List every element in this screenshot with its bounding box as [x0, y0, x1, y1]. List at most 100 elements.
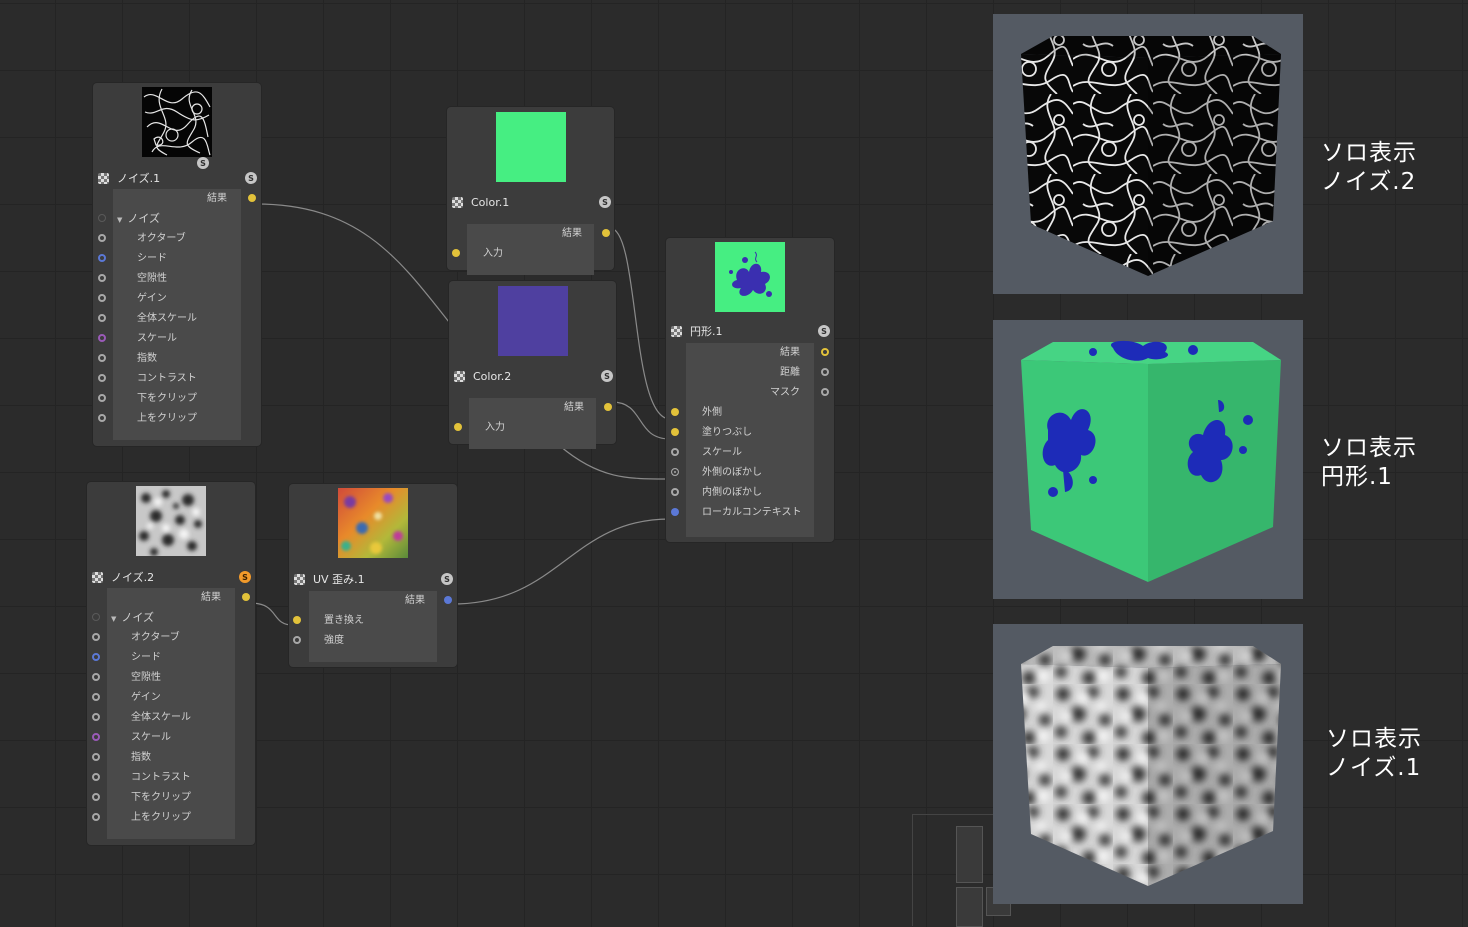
input-port[interactable]	[671, 448, 679, 456]
output-port-result[interactable]	[242, 593, 250, 601]
param-row: シード	[93, 249, 261, 269]
node-noise2[interactable]: ノイズ.2 S 結果 ▼ ノイズ オクターブ シード 空隙性 ゲイン 全体スケール…	[87, 482, 255, 845]
wire-color1-to-circle-outside	[609, 227, 671, 420]
input-port[interactable]	[98, 414, 106, 422]
input-port[interactable]	[452, 249, 460, 257]
input-port[interactable]	[98, 314, 106, 322]
input-port[interactable]	[671, 408, 679, 416]
input-port[interactable]	[98, 274, 106, 282]
node-thumbnail-area: S	[93, 83, 261, 169]
wire-noise1-to-color2-input	[255, 203, 450, 323]
input-port[interactable]	[454, 423, 462, 431]
input-port[interactable]	[671, 488, 679, 496]
input-port[interactable]	[98, 374, 106, 382]
group-label: ノイズ	[127, 212, 161, 225]
group-row[interactable]: ▼ ノイズ	[93, 209, 261, 229]
param-row: スケール	[93, 329, 261, 349]
output-port-result[interactable]	[821, 348, 829, 356]
collapse-triangle-icon[interactable]: ▼	[111, 609, 116, 629]
input-port[interactable]	[92, 633, 100, 641]
input-port[interactable]	[98, 234, 106, 242]
param-row: シード	[87, 648, 255, 668]
solo-icon[interactable]: S	[441, 573, 453, 585]
output-port-result[interactable]	[444, 596, 452, 604]
node-title: UV 歪み.1	[313, 573, 365, 586]
input-row: 塗りつぶし	[666, 423, 834, 443]
input-row: 置き換え	[289, 611, 457, 631]
input-port[interactable]	[92, 713, 100, 721]
node-color1[interactable]: Color.1 S 結果 入力	[447, 107, 614, 275]
input-port[interactable]	[293, 636, 301, 644]
cube-circle-preview	[1021, 340, 1281, 582]
node-header[interactable]: ノイズ.1 S	[93, 167, 261, 189]
group-row[interactable]: ▼ ノイズ	[87, 608, 255, 628]
output-row-result: 結果	[289, 591, 457, 611]
input-port-group[interactable]	[92, 613, 100, 621]
node-thumbnail-area	[449, 281, 616, 365]
node-circle1[interactable]: 円形.1 S 結果 距離 マスク 外側 塗りつぶし スケール 外側のぼかし 内側…	[666, 238, 834, 542]
param-row: オクターブ	[87, 628, 255, 648]
input-port[interactable]	[92, 773, 100, 781]
preview-caption: ソロ表示 ノイズ.1	[1326, 726, 1422, 781]
solo-icon[interactable]: S	[245, 172, 257, 184]
input-port[interactable]	[92, 733, 100, 741]
node-uv-distort[interactable]: UV 歪み.1 S 結果 置き換え 強度	[289, 484, 457, 667]
preview-caption: ソロ表示 円形.1	[1321, 435, 1417, 490]
param-row: 上をクリップ	[87, 808, 255, 828]
preview-noise1	[993, 624, 1303, 904]
input-port[interactable]	[98, 334, 106, 342]
node-thumbnail-area	[87, 482, 255, 566]
shader-node-icon	[454, 370, 465, 382]
input-row: 内側のぼかし	[666, 483, 834, 503]
solo-icon[interactable]: S	[818, 325, 830, 337]
param-row: 全体スケール	[87, 708, 255, 728]
input-port[interactable]	[92, 653, 100, 661]
input-port[interactable]	[98, 254, 106, 262]
node-header[interactable]: Color.1 S	[447, 191, 614, 213]
shader-node-icon	[294, 573, 305, 585]
wire-noise2-to-uv-replace	[249, 602, 294, 626]
input-row: ローカルコンテキスト	[666, 503, 834, 523]
input-port[interactable]	[293, 616, 301, 624]
node-title: Color.2	[473, 369, 512, 383]
output-port-result[interactable]	[248, 194, 256, 202]
node-color2[interactable]: Color.2 S 結果 入力	[449, 281, 616, 449]
input-port[interactable]	[92, 793, 100, 801]
output-port-mask[interactable]	[821, 388, 829, 396]
input-port[interactable]	[92, 673, 100, 681]
param-row: ゲイン	[87, 688, 255, 708]
partial-slot	[956, 826, 983, 883]
input-port[interactable]	[92, 693, 100, 701]
node-title: ノイズ.2	[111, 571, 155, 584]
solo-icon-active[interactable]: S	[239, 571, 251, 583]
input-port[interactable]	[92, 813, 100, 821]
solo-icon[interactable]: S	[601, 370, 613, 382]
node-header[interactable]: Color.2 S	[449, 365, 616, 387]
node-noise1[interactable]: S ノイズ.1 S 結果 ▼ ノイズ オクターブ シード 空隙性 ゲイン 全体スケ…	[93, 83, 261, 446]
output-port-distance[interactable]	[821, 368, 829, 376]
solo-icon[interactable]: S	[599, 196, 611, 208]
input-port[interactable]	[671, 508, 679, 516]
input-port[interactable]	[98, 294, 106, 302]
input-port[interactable]	[671, 468, 679, 476]
input-port[interactable]	[92, 753, 100, 761]
node-header[interactable]: 円形.1 S	[666, 320, 834, 342]
param-row: 下をクリップ	[87, 788, 255, 808]
node-title: ノイズ.1	[117, 172, 161, 185]
input-port[interactable]	[98, 394, 106, 402]
input-port-group[interactable]	[98, 214, 106, 222]
output-port-result[interactable]	[602, 229, 610, 237]
collapse-triangle-icon[interactable]: ▼	[117, 210, 122, 230]
color2-swatch	[498, 286, 568, 356]
node-thumbnail-area	[447, 107, 614, 191]
output-port-result[interactable]	[604, 403, 612, 411]
color1-swatch	[496, 112, 566, 182]
output-row: マスク	[666, 383, 834, 403]
node-header[interactable]: ノイズ.2 S	[87, 566, 255, 588]
param-row: 指数	[93, 349, 261, 369]
node-header[interactable]: UV 歪み.1 S	[289, 568, 457, 590]
input-port[interactable]	[671, 428, 679, 436]
input-port[interactable]	[98, 354, 106, 362]
wire-color2-to-circle-fill	[611, 401, 671, 440]
shader-node-icon	[98, 172, 109, 184]
